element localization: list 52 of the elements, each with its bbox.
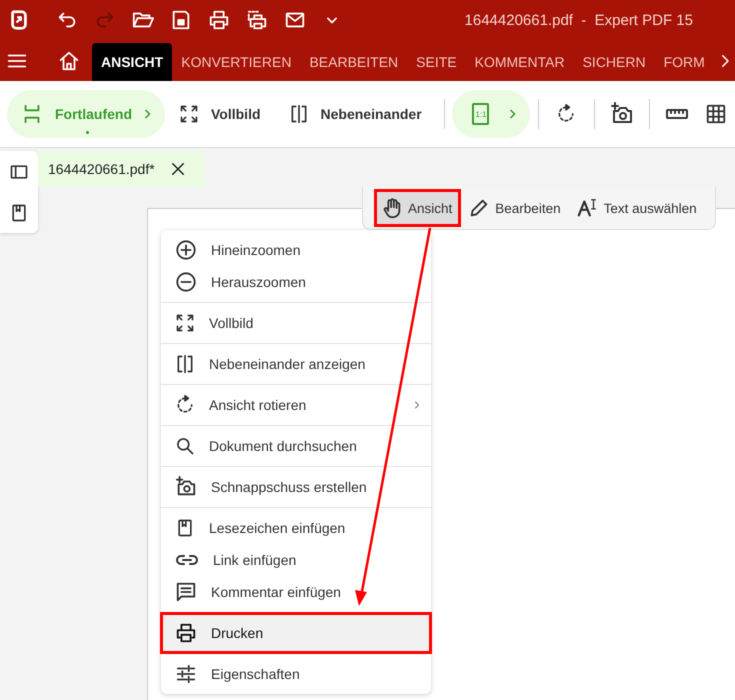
pencil-icon bbox=[468, 197, 490, 219]
print-area-icon[interactable] bbox=[246, 9, 268, 31]
menu-item[interactable]: Nebeneinander anzeigen bbox=[161, 348, 431, 380]
ribbon-tab[interactable]: SEITE bbox=[407, 43, 466, 81]
camera-icon bbox=[175, 476, 197, 498]
toolbar-button[interactable]: Nebeneinander bbox=[274, 90, 436, 138]
menu-item[interactable]: Kommentar einfügen bbox=[161, 576, 431, 608]
menu-item[interactable]: Lesezeichen einfügen bbox=[161, 512, 431, 544]
comment-icon bbox=[175, 581, 197, 603]
rotate-icon bbox=[556, 104, 576, 124]
menu-item[interactable]: Vollbild bbox=[161, 307, 431, 339]
split-view-icon bbox=[288, 104, 309, 124]
menu-item[interactable]: Eigenschaften bbox=[161, 658, 431, 690]
mode-button[interactable]: Text auswählen bbox=[572, 192, 703, 224]
grid-icon bbox=[704, 103, 727, 125]
printer-icon bbox=[175, 622, 197, 644]
chevron-icon bbox=[509, 109, 516, 119]
tab-title: 1644420661.pdf* bbox=[48, 161, 155, 177]
toolbar-button[interactable]: Vollbild bbox=[165, 90, 275, 138]
print-icon[interactable] bbox=[208, 9, 230, 31]
search-icon bbox=[175, 436, 195, 456]
menu-item[interactable]: Ansicht rotieren bbox=[161, 389, 431, 421]
menu-item[interactable]: Schnappschuss erstellen bbox=[161, 471, 431, 503]
ribbon-tab[interactable]: SICHERN bbox=[574, 43, 655, 81]
menu-item[interactable]: Herauszoomen bbox=[161, 266, 431, 298]
chevron-icon bbox=[144, 109, 151, 119]
menu-item[interactable]: Dokument durchsuchen bbox=[161, 430, 431, 462]
fullscreen-icon bbox=[179, 104, 199, 124]
app-logo-icon bbox=[8, 9, 30, 31]
ribbon-tab[interactable]: FORM bbox=[654, 43, 714, 81]
zoom-in-icon bbox=[175, 239, 197, 261]
ribbon-tab[interactable]: KONVERTIEREN bbox=[172, 43, 300, 81]
camera-icon bbox=[610, 102, 634, 126]
rotate-icon bbox=[175, 395, 195, 415]
document-tab[interactable]: 1644420661.pdf* bbox=[38, 151, 205, 187]
hand-icon bbox=[381, 197, 403, 219]
home-icon[interactable] bbox=[58, 50, 80, 72]
save-icon[interactable] bbox=[170, 9, 192, 31]
split-view-icon bbox=[175, 354, 195, 374]
mode-button[interactable]: Bearbeiten bbox=[464, 192, 567, 224]
ribbon-tab[interactable]: BEARBEITEN bbox=[300, 43, 408, 81]
ribbon-tab[interactable]: KOMMENTAR bbox=[466, 43, 574, 81]
text-cursor-icon bbox=[576, 197, 599, 219]
menu-item[interactable]: Link einfügen bbox=[161, 544, 431, 576]
window-title: 1644420661.pdf - Expert PDF 15 bbox=[464, 12, 693, 28]
menu-item[interactable]: Hineinzoomen bbox=[161, 234, 431, 266]
fullscreen-icon bbox=[175, 313, 195, 333]
mode-button[interactable]: Ansicht bbox=[377, 192, 458, 224]
sliders-icon bbox=[175, 663, 197, 685]
ribbon-tab[interactable]: ANSICHT bbox=[92, 43, 172, 81]
menu-item[interactable]: Drucken bbox=[161, 613, 431, 653]
zoom-out-icon bbox=[175, 271, 197, 293]
